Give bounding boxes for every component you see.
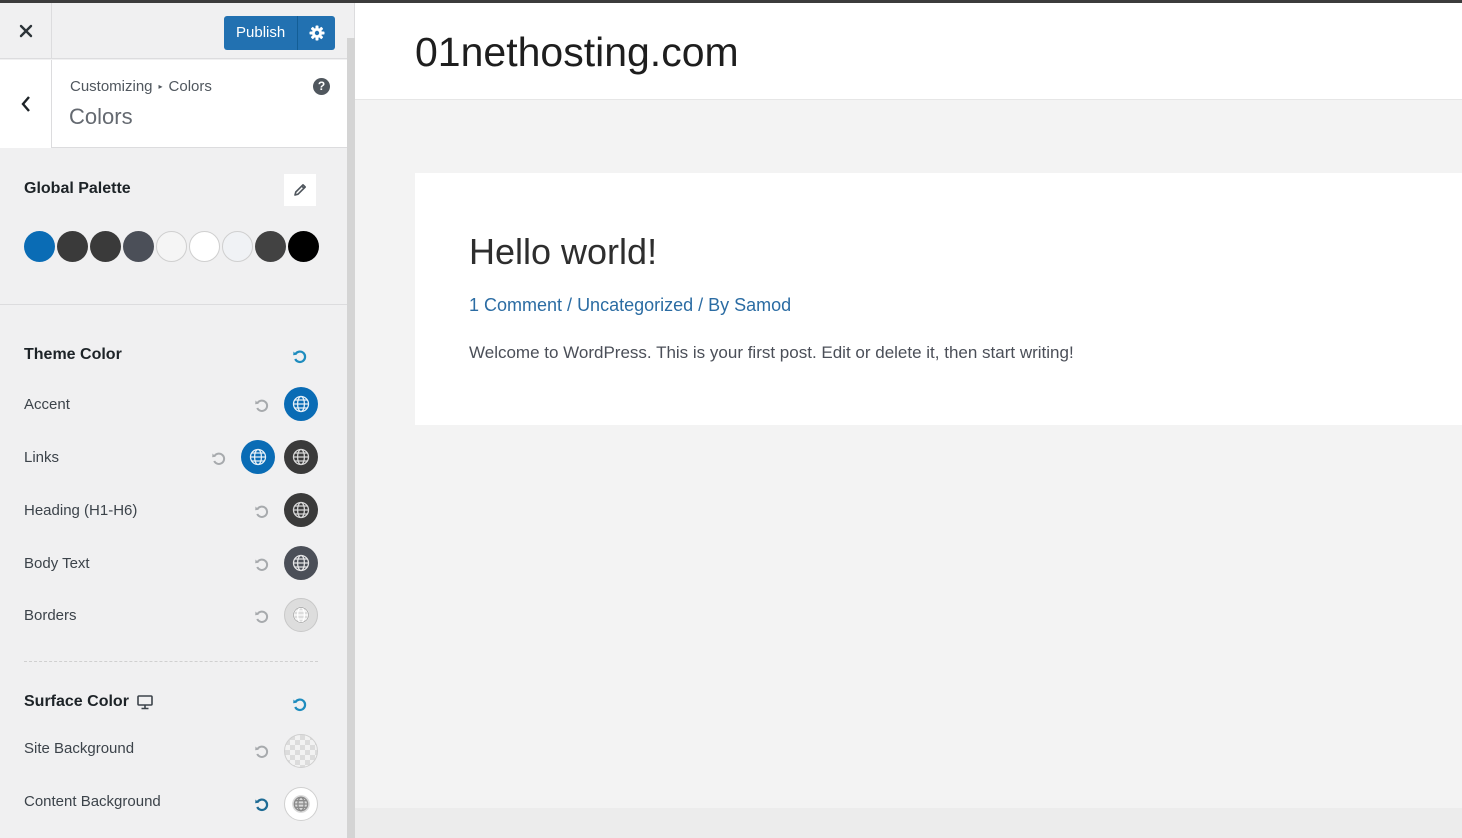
post-card: Hello world! 1 Comment / Uncategorized /…: [415, 173, 1462, 425]
global-palette-title: Global Palette: [24, 180, 131, 197]
publish-button[interactable]: Publish: [224, 16, 299, 50]
section-header: Customizing ▸ Colors Colors ?: [0, 60, 348, 148]
globe-icon: [292, 501, 310, 519]
palette-swatch-2[interactable]: [57, 231, 88, 262]
meta-separator: /: [562, 295, 578, 315]
category-link[interactable]: Uncategorized: [577, 295, 693, 315]
accent-label: Accent: [24, 396, 70, 413]
reset-site-background-icon[interactable]: [254, 744, 270, 760]
palette-swatches: [24, 231, 321, 262]
post-title[interactable]: Hello world!: [469, 231, 657, 273]
gear-icon: [309, 25, 325, 41]
globe-icon: [292, 448, 310, 466]
palette-swatch-6[interactable]: [189, 231, 220, 262]
site-background-label: Site Background: [24, 740, 135, 757]
links-color-picker[interactable]: [241, 440, 275, 474]
globe-icon: [292, 554, 310, 572]
help-button[interactable]: ?: [313, 78, 330, 95]
reset-content-background-icon[interactable]: [254, 797, 270, 813]
reset-links-icon[interactable]: [211, 451, 227, 467]
body-text-color-picker[interactable]: [284, 546, 318, 580]
customizer-sidebar: Publish Customizing ▸ Colors Colors ? Gl…: [0, 0, 348, 838]
surface-color-title-text: Surface Color: [24, 693, 129, 710]
close-customizer-button[interactable]: [0, 3, 52, 59]
publish-group: Publish: [224, 16, 336, 50]
preview-footer: [355, 808, 1462, 838]
accent-color-picker[interactable]: [284, 387, 318, 421]
site-background-color-picker[interactable]: [284, 734, 318, 768]
globe-icon: [292, 795, 310, 813]
palette-swatch-8[interactable]: [255, 231, 286, 262]
global-palette: Global Palette: [0, 149, 348, 305]
globe-icon: [249, 448, 267, 466]
reset-accent-icon[interactable]: [254, 398, 270, 414]
globe-icon: [292, 395, 310, 413]
surface-color-title: Surface Color: [24, 693, 153, 711]
publish-settings-button[interactable]: [298, 16, 336, 50]
sidebar-edge: [347, 0, 355, 38]
heading-color-picker[interactable]: [284, 493, 318, 527]
globe-icon: [292, 606, 310, 624]
author-link[interactable]: Samod: [734, 295, 791, 315]
sidebar-scrollbar[interactable]: [347, 38, 355, 838]
borders-label: Borders: [24, 607, 77, 624]
reset-surface-color-icon[interactable]: [292, 697, 308, 713]
meta-by: / By: [693, 295, 735, 315]
palette-swatch-5[interactable]: [156, 231, 187, 262]
reset-body-text-icon[interactable]: [254, 557, 270, 573]
borders-color-picker[interactable]: [284, 598, 318, 632]
desktop-icon[interactable]: [137, 694, 153, 710]
window-top-border: [0, 0, 1462, 3]
heading-label: Heading (H1-H6): [24, 502, 138, 519]
content-background-label: Content Background: [24, 793, 161, 810]
post-meta: 1 Comment / Uncategorized / By Samod: [469, 295, 791, 316]
links-label: Links: [24, 449, 60, 466]
section-divider: [24, 661, 318, 662]
breadcrumb: Customizing ▸ Colors: [70, 78, 212, 95]
site-title[interactable]: 01nethosting.com: [415, 29, 739, 76]
theme-color-title: Theme Color: [24, 346, 122, 364]
theme-color-title-text: Theme Color: [24, 346, 122, 363]
palette-swatch-1[interactable]: [24, 231, 55, 262]
chevron-left-icon: [20, 96, 30, 112]
body-text-label: Body Text: [24, 555, 90, 572]
pencil-icon: [294, 184, 306, 196]
reset-theme-color-icon[interactable]: [292, 349, 308, 365]
comments-link[interactable]: 1 Comment: [469, 295, 562, 315]
breadcrumb-separator: ▸: [158, 82, 163, 91]
site-preview: 01nethosting.com Hello world! 1 Comment …: [355, 3, 1462, 838]
customizer-header: Publish: [0, 3, 348, 59]
section-title: Colors: [69, 104, 133, 129]
breadcrumb-root: Customizing: [70, 78, 153, 95]
edit-palette-button[interactable]: [284, 174, 316, 206]
palette-swatch-9[interactable]: [288, 231, 319, 262]
close-icon: [19, 24, 32, 38]
reset-heading-icon[interactable]: [254, 504, 270, 520]
links-hover-color-picker[interactable]: [284, 440, 318, 474]
palette-swatch-3[interactable]: [90, 231, 121, 262]
breadcrumb-current: Colors: [168, 78, 212, 95]
site-header: 01nethosting.com: [355, 3, 1462, 100]
palette-swatch-7[interactable]: [222, 231, 253, 262]
content-background-color-picker[interactable]: [284, 787, 318, 821]
palette-swatch-4[interactable]: [123, 231, 154, 262]
back-button[interactable]: [0, 60, 52, 148]
reset-borders-icon[interactable]: [254, 609, 270, 625]
post-body: Welcome to WordPress. This is your first…: [469, 343, 1074, 362]
